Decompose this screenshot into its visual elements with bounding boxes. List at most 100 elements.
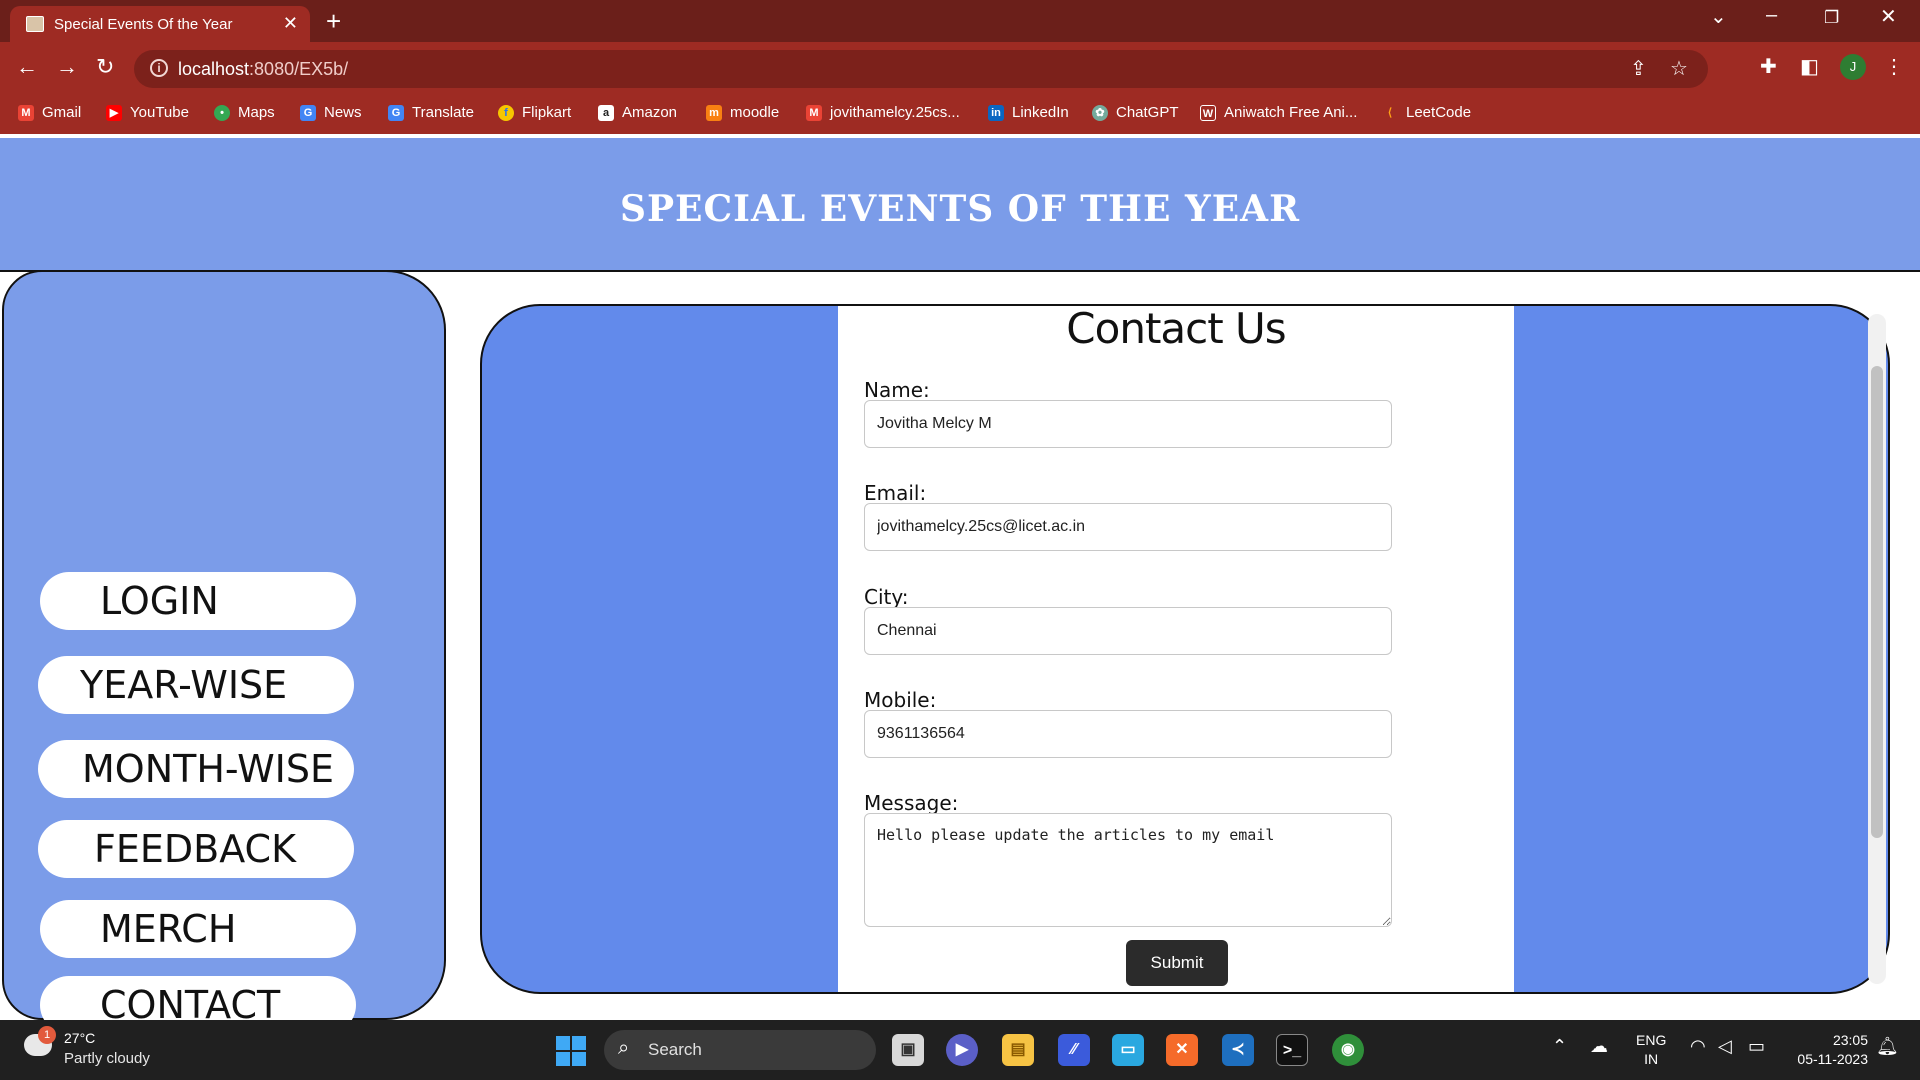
email-label: Email:	[864, 481, 927, 505]
url-text[interactable]: localhost:8080/EX5b/	[178, 59, 348, 80]
bookmark-label: LinkedIn	[1012, 104, 1069, 121]
site-title: SPECIAL EVENTS OF THE YEAR	[619, 188, 1301, 230]
weather-temperature[interactable]: 27°C	[64, 1030, 95, 1046]
system-clock[interactable]: 23:05 05-11-2023	[1788, 1031, 1868, 1069]
maps-icon: •	[214, 104, 230, 121]
bookmark-star-icon[interactable]: ☆	[1670, 56, 1688, 81]
bookmark-linkedin[interactable]: in LinkedIn	[988, 104, 1069, 121]
menu-kebab-icon[interactable]: ⋮	[1884, 54, 1904, 79]
share-icon[interactable]: ⇪	[1630, 56, 1647, 81]
windows-start-icon[interactable]	[556, 1036, 586, 1066]
browser-title-bar: Special Events Of the Year ✕ + ⌄ – ❐ ✕	[0, 0, 1920, 42]
submit-button[interactable]: Submit	[1126, 940, 1228, 986]
input-language[interactable]: ENG IN	[1636, 1031, 1666, 1069]
name-label: Name:	[864, 378, 930, 402]
minimize-icon[interactable]: –	[1766, 4, 1777, 27]
search-icon: ⌕	[618, 1037, 630, 1059]
tab-close-icon[interactable]: ✕	[283, 13, 298, 34]
nav-feedback-button[interactable]: FEEDBACK	[38, 820, 354, 878]
browser-tab[interactable]: Special Events Of the Year ✕	[10, 6, 310, 42]
city-input[interactable]	[864, 607, 1392, 655]
bookmark-flipkart[interactable]: f Flipkart	[498, 104, 571, 121]
side-panel-icon[interactable]: ◧	[1800, 54, 1819, 79]
bookmark-leetcode[interactable]: ⟨ LeetCode	[1382, 104, 1471, 121]
content-panel: Contact Us Name: Email: City: Mobile: Me…	[480, 304, 1890, 994]
bookmark-translate[interactable]: G Translate	[388, 104, 474, 121]
clock-time: 23:05	[1832, 1032, 1868, 1048]
url-path: :8080/EX5b/	[249, 59, 349, 79]
chrome-icon[interactable]: ◉	[1332, 1034, 1364, 1066]
notification-bell-icon[interactable]: 🔔︎	[1876, 1036, 1899, 1057]
file-explorer-icon[interactable]: ▤	[1002, 1034, 1034, 1066]
scrollbar-thumb[interactable]	[1871, 366, 1883, 838]
amazon-icon: a	[598, 104, 614, 121]
volume-icon[interactable]: ◁	[1718, 1036, 1732, 1057]
leetcode-icon: ⟨	[1387, 106, 1393, 119]
reload-icon[interactable]: ↻	[96, 54, 114, 80]
bookmark-label: ChatGPT	[1116, 104, 1179, 121]
bookmark-label: Translate	[412, 104, 474, 121]
bookmark-youtube[interactable]: ▶ YouTube	[106, 104, 189, 121]
mobile-input[interactable]	[864, 710, 1392, 758]
back-arrow-icon[interactable]: ←	[16, 54, 38, 80]
bookmark-news[interactable]: G News	[300, 104, 362, 121]
bookmark-moodle[interactable]: m moodle	[706, 104, 779, 121]
new-tab-button[interactable]: +	[326, 6, 341, 37]
windows-taskbar: 1 27°C Partly cloudy ⌕ Search ▣ ▶ ▤ ⁄⁄ ▭…	[0, 1020, 1920, 1080]
bookmark-aniwatch[interactable]: W Aniwatch Free Ani...	[1200, 104, 1357, 121]
tab-favicon-icon	[26, 16, 44, 32]
tray-chevron-up-icon[interactable]: ⌃	[1552, 1036, 1567, 1057]
onedrive-offline-icon[interactable]: ☁	[1590, 1036, 1608, 1057]
teams-chat-icon[interactable]: ▶	[946, 1034, 978, 1066]
taskbar-search[interactable]: ⌕ Search	[604, 1030, 876, 1070]
nav-contact-button[interactable]: CONTACT	[40, 976, 356, 1020]
browser-toolbar: ← → ↻ i localhost:8080/EX5b/ ⇪ ☆ ✚ ◧ J ⋮	[0, 42, 1920, 96]
restore-icon[interactable]: ❐	[1824, 8, 1839, 28]
bookmarks-bar: M Gmail ▶ YouTube • Maps G News G Translate f…	[0, 96, 1920, 134]
nav-login-button[interactable]: LOGIN	[40, 572, 356, 630]
bookmark-jovithamelcy[interactable]: Mjovithamelcy.25cs...	[806, 104, 960, 121]
xampp-icon[interactable]: ✕	[1166, 1034, 1198, 1066]
nav-merch-button[interactable]: MERCH	[40, 900, 356, 958]
language-code: ENG	[1636, 1032, 1667, 1048]
bookmark-label: News	[324, 104, 362, 121]
content-scrollbar[interactable]	[1868, 314, 1886, 984]
terminal-icon[interactable]: >_	[1276, 1034, 1308, 1066]
message-textarea[interactable]: Hello please update the articles to my e…	[864, 813, 1392, 927]
wifi-icon[interactable]: ◠	[1690, 1036, 1706, 1057]
bookmark-label: Flipkart	[522, 104, 572, 121]
weather-description[interactable]: Partly cloudy	[64, 1050, 150, 1067]
close-window-icon[interactable]: ✕	[1880, 4, 1897, 29]
bookmark-gmail[interactable]: M Gmail	[18, 104, 81, 121]
bookmark-amazon[interactable]: a Amazon	[598, 104, 677, 121]
region-code: IN	[1644, 1051, 1659, 1067]
form-title: Contact Us	[1066, 304, 1286, 353]
name-input[interactable]	[864, 400, 1392, 448]
nav-month-wise-button[interactable]: MONTH-WISE	[38, 740, 354, 798]
battery-icon[interactable]: ▭	[1748, 1036, 1765, 1057]
news-icon: G	[300, 104, 316, 121]
linkedin-icon: in	[988, 104, 1004, 121]
aniwatch-icon: W	[1200, 104, 1216, 121]
vscode-icon[interactable]: ≺	[1222, 1034, 1254, 1066]
bookmark-chatgpt[interactable]: ✿ ChatGPT	[1092, 104, 1179, 121]
email-input[interactable]	[864, 503, 1392, 551]
profile-avatar[interactable]: J	[1840, 54, 1866, 80]
tab-search-chevron-icon[interactable]: ⌄	[1710, 4, 1727, 29]
web-page: SPECIAL EVENTS OF THE YEAR LOGIN YEAR-WI…	[0, 134, 1920, 1020]
address-bar[interactable]: i localhost:8080/EX5b/ ⇪ ☆	[134, 50, 1708, 88]
bookmark-label: YouTube	[130, 104, 189, 121]
remote-desktop-icon[interactable]: ▭	[1112, 1034, 1144, 1066]
extensions-puzzle-icon[interactable]: ✚	[1760, 54, 1777, 79]
nav-year-wise-button[interactable]: YEAR-WISE	[38, 656, 354, 714]
bookmark-label: moodle	[730, 104, 780, 121]
bookmark-label: Gmail	[42, 104, 82, 121]
translate-icon: G	[388, 104, 404, 121]
forward-arrow-icon[interactable]: →	[56, 54, 78, 80]
app-launcher-icon[interactable]: ⁄⁄	[1058, 1034, 1090, 1066]
site-info-icon[interactable]: i	[150, 59, 168, 77]
bookmark-maps[interactable]: • Maps	[214, 104, 275, 121]
weather-badge: 1	[38, 1026, 56, 1044]
moodle-icon: m	[706, 104, 722, 121]
task-view-icon[interactable]: ▣	[892, 1034, 924, 1066]
